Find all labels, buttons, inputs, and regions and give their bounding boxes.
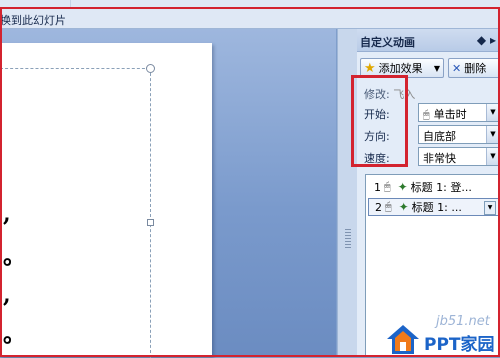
annotation-highlight [0,7,500,357]
house-logo-icon [387,325,419,354]
watermark-url: jb51.net [436,314,490,329]
annotation-highlight-settings [351,75,408,167]
watermark-brand: PPT家园 [424,335,495,355]
watermark: jb51.net PPT家园 [386,314,500,357]
